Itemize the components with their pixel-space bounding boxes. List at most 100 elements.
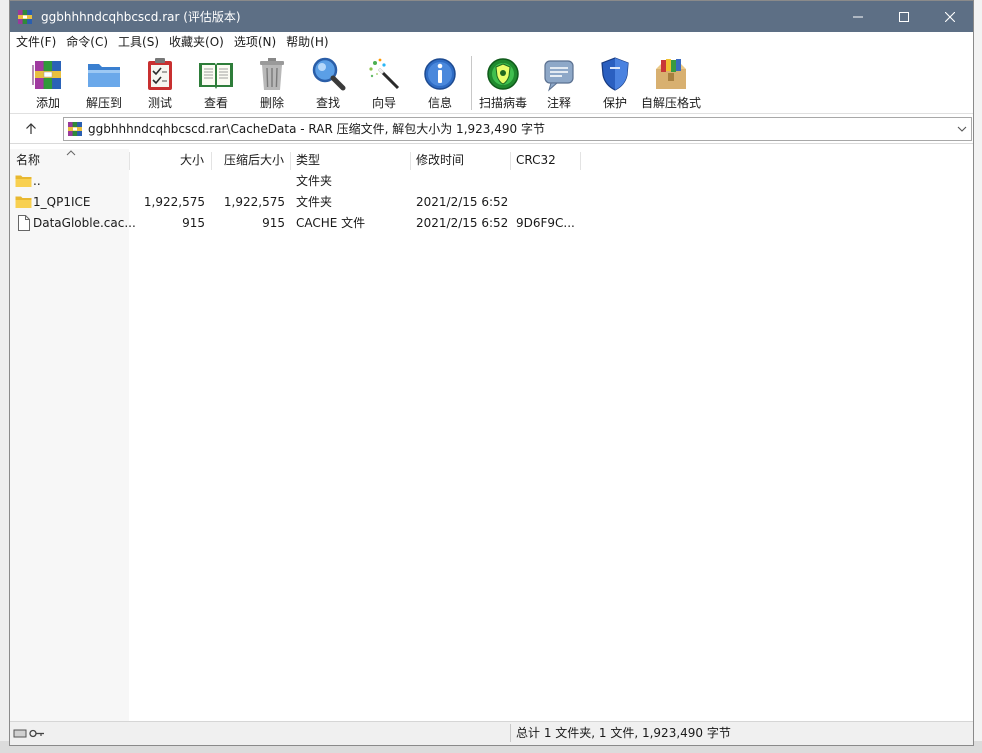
minimize-icon	[853, 16, 863, 17]
menu-file[interactable]: 文件(F)	[11, 32, 61, 52]
comment-label: 注释	[546, 96, 571, 110]
file-row-cache[interactable]: DataGloble.cac... 915 915 CACHE 文件 2021/…	[10, 213, 973, 234]
path-combobox[interactable]: ggbhhhndcqhbcscd.rar\CacheData - RAR 压缩文…	[63, 116, 972, 141]
minimize-button[interactable]	[835, 1, 881, 32]
file-name: DataGloble.cac...	[33, 216, 136, 230]
shield-icon	[601, 57, 629, 91]
column-header-type[interactable]: 类型	[296, 149, 320, 171]
menu-bar: 文件(F) 命令(C) 工具(S) 收藏夹(O) 选项(N) 帮助(H)	[10, 32, 973, 52]
delete-button[interactable]: 删除	[244, 52, 300, 112]
delete-label: 删除	[259, 96, 284, 110]
column-header-modified[interactable]: 修改时间	[416, 149, 464, 171]
file-name: 1_QP1ICE	[33, 195, 91, 209]
file-icon	[18, 215, 30, 231]
extract-folder-icon	[88, 64, 120, 87]
desktop-background-right	[973, 0, 982, 753]
menu-favorites[interactable]: 收藏夹(O)	[164, 32, 229, 52]
file-name: ..	[33, 174, 41, 188]
file-packed-size: 1,922,575	[223, 195, 285, 209]
wizard-label: 向导	[371, 96, 396, 110]
protect-button[interactable]: 保护	[587, 52, 643, 112]
maximize-icon	[899, 11, 909, 22]
menu-commands[interactable]: 命令(C)	[61, 32, 113, 52]
view-label: 查看	[203, 96, 228, 110]
sfx-box-icon	[656, 59, 686, 89]
info-button[interactable]: 信息	[412, 52, 468, 112]
winrar-app-icon	[18, 9, 32, 24]
drive-key-icon[interactable]	[13, 727, 45, 739]
file-modified: 2021/2/15 6:52	[416, 195, 509, 209]
file-list[interactable]: 名称 大小 压缩后大小 类型 修改时间 CRC32 .. 文件夹 1_QP1IC…	[10, 149, 973, 721]
menu-tools[interactable]: 工具(S)	[113, 32, 164, 52]
test-label: 测试	[147, 96, 172, 110]
comment-button[interactable]: 注释	[531, 52, 587, 112]
menu-help[interactable]: 帮助(H)	[281, 32, 333, 52]
view-book-icon	[199, 63, 233, 89]
file-type: 文件夹	[296, 174, 333, 188]
column-divider[interactable]	[580, 152, 581, 170]
file-type: 文件夹	[296, 195, 333, 209]
folder-icon	[15, 175, 32, 187]
comment-icon	[544, 60, 574, 92]
desktop-background-left	[0, 0, 9, 753]
column-header-crc[interactable]: CRC32	[516, 149, 556, 171]
maximize-button[interactable]	[881, 1, 927, 32]
file-packed-size: 915	[262, 216, 285, 230]
close-button[interactable]	[927, 1, 973, 32]
name-column-shade	[10, 149, 129, 721]
column-divider[interactable]	[129, 152, 130, 170]
close-icon	[945, 11, 955, 22]
winrar-window: ggbhhhndcqhbcscd.rar (评估版本) 文件(F) 命令(C) …	[9, 0, 974, 746]
column-divider[interactable]	[510, 152, 511, 170]
extract-to-button[interactable]: 解压到	[76, 52, 132, 112]
scan-virus-button[interactable]: 扫描病毒	[475, 52, 531, 112]
sort-ascending-icon	[66, 150, 76, 156]
up-arrow-icon	[26, 122, 36, 134]
file-row-parent[interactable]: .. 文件夹	[10, 171, 973, 192]
address-bar: ggbhhhndcqhbcscd.rar\CacheData - RAR 压缩文…	[10, 114, 973, 144]
column-header-size[interactable]: 大小	[180, 149, 204, 171]
status-summary: 总计 1 文件夹, 1 文件, 1,923,490 字节	[516, 726, 731, 740]
rar-archive-icon	[68, 121, 82, 136]
info-icon	[424, 58, 456, 90]
magnifier-icon	[312, 57, 346, 91]
column-header-packed[interactable]: 压缩后大小	[224, 149, 284, 171]
archive-path: ggbhhhndcqhbcscd.rar\CacheData - RAR 压缩文…	[88, 122, 545, 136]
trash-icon	[260, 58, 284, 90]
column-header-row: 名称 大小 压缩后大小 类型 修改时间 CRC32	[10, 149, 973, 171]
chevron-down-icon[interactable]	[956, 123, 968, 135]
menu-options[interactable]: 选项(N)	[229, 32, 281, 52]
column-divider[interactable]	[211, 152, 212, 170]
file-size: 915	[182, 216, 205, 230]
sfx-label: 自解压格式	[641, 96, 702, 110]
view-button[interactable]: 查看	[188, 52, 244, 112]
toolbar: 添加 解压到 测试 查看 删除 查找 向导 信息 扫描病毒 注释 保护 自解压格…	[10, 52, 973, 114]
file-row-folder[interactable]: 1_QP1ICE 1,922,575 1,922,575 文件夹 2021/2/…	[10, 192, 973, 213]
add-button[interactable]: 添加	[20, 52, 76, 112]
title-bar[interactable]: ggbhhhndcqhbcscd.rar (评估版本)	[10, 1, 973, 32]
file-size: 1,922,575	[143, 195, 205, 209]
extract-to-label: 解压到	[85, 96, 122, 110]
wizard-wand-icon	[369, 58, 400, 90]
status-separator	[510, 724, 511, 742]
test-button[interactable]: 测试	[132, 52, 188, 112]
column-divider[interactable]	[410, 152, 411, 170]
file-crc: 9D6F9C...	[516, 216, 575, 230]
file-modified: 2021/2/15 6:52	[416, 216, 509, 230]
window-title: ggbhhhndcqhbcscd.rar (评估版本)	[41, 10, 241, 24]
info-label: 信息	[427, 96, 452, 110]
test-clipboard-icon	[148, 58, 172, 90]
folder-icon	[15, 196, 32, 208]
protect-label: 保护	[602, 96, 627, 110]
sfx-button[interactable]: 自解压格式	[641, 52, 702, 112]
find-button[interactable]: 查找	[300, 52, 356, 112]
scan-virus-label: 扫描病毒	[478, 96, 527, 110]
add-archive-icon	[32, 61, 61, 89]
column-divider[interactable]	[290, 152, 291, 170]
up-folder-button[interactable]	[10, 115, 52, 143]
column-header-name[interactable]: 名称	[16, 149, 40, 171]
find-label: 查找	[315, 96, 340, 110]
add-label: 添加	[35, 96, 60, 110]
file-type: CACHE 文件	[296, 216, 366, 230]
wizard-button[interactable]: 向导	[356, 52, 412, 112]
